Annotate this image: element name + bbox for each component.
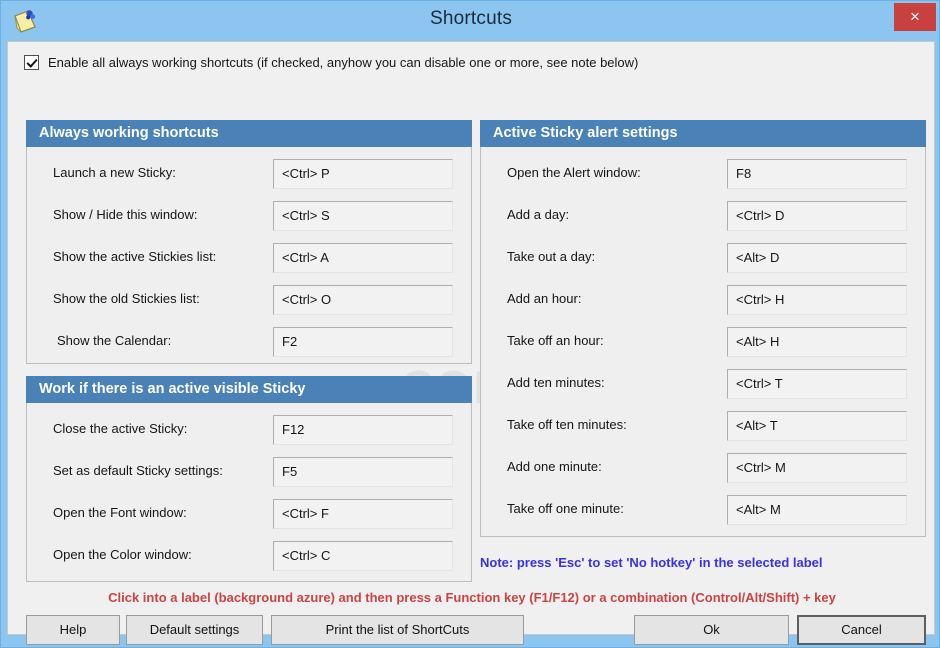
print-shortcuts-button[interactable]: Print the list of ShortCuts [271,615,524,645]
cancel-button[interactable]: Cancel [797,615,926,645]
shortcut-label: Take off an hour: [507,333,604,348]
shortcut-label: Take off one minute: [507,501,624,516]
shortcut-row: Take off an hour: <Alt> H [481,327,925,357]
enable-all-shortcuts-checkbox[interactable] [24,54,39,70]
shortcut-row: Add ten minutes: <Ctrl> T [481,369,925,399]
default-settings-button[interactable]: Default settings [126,615,263,645]
shortcut-label: Add ten minutes: [507,375,605,390]
shortcut-row: Add an hour: <Ctrl> H [481,285,925,315]
ok-button[interactable]: Ok [634,615,789,645]
shortcut-label: Show the Calendar: [57,333,172,348]
panel-active-sticky-alert-settings: Active Sticky alert settings Open the Al… [480,120,926,537]
panel-active-visible-sticky-title: Work if there is an active visible Stick… [26,376,472,403]
shortcut-row: Show the old Stickies list: <Ctrl> O [27,285,471,315]
shortcut-label: Take off ten minutes: [507,417,627,432]
help-button[interactable]: Help [26,615,120,645]
shortcut-value-field[interactable]: <Alt> T [727,411,907,441]
shortcut-value-field[interactable]: <Alt> D [727,243,907,273]
shortcut-value-field[interactable]: <Ctrl> A [273,243,453,273]
shortcut-row: Open the Color window: <Ctrl> C [27,541,471,571]
shortcut-row: Launch a new Sticky: <Ctrl> P [27,159,471,189]
panel-active-sticky-alert-settings-title: Active Sticky alert settings [480,120,926,147]
shortcut-value-field[interactable]: <Ctrl> S [273,201,453,231]
panel-always-working-shortcuts: Always working shortcuts Launch a new St… [26,120,472,364]
shortcut-row: Set as default Sticky settings: F5 [27,457,471,487]
shortcut-value-field[interactable]: F5 [273,457,453,487]
shortcut-value-field[interactable]: <Ctrl> O [273,285,453,315]
shortcut-value-field[interactable]: <Alt> H [727,327,907,357]
shortcut-label: Launch a new Sticky: [53,165,176,180]
shortcut-label: Add one minute: [507,459,602,474]
shortcut-row: Show the active Stickies list: <Ctrl> A [27,243,471,273]
shortcut-label: Close the active Sticky: [53,421,188,436]
shortcut-row: Close the active Sticky: F12 [27,415,471,445]
shortcut-label: Open the Alert window: [507,165,641,180]
shortcut-value-field[interactable]: <Ctrl> D [727,201,907,231]
shortcut-label: Show / Hide this window: [53,207,198,222]
shortcut-value-field[interactable]: <Ctrl> C [273,541,453,571]
shortcut-label: Add a day: [507,207,570,222]
panel-always-working-shortcuts-title: Always working shortcuts [26,120,472,147]
enable-all-shortcuts-label: Enable all always working shortcuts (if … [48,54,639,70]
window-title: Shortcuts [429,8,513,29]
panel-active-visible-sticky: Work if there is an active visible Stick… [26,376,472,582]
close-icon[interactable]: × [894,3,936,31]
note-esc-hotkey: Note: press 'Esc' to set 'No hotkey' in … [480,555,823,570]
shortcut-row: Take off one minute: <Alt> M [481,495,925,525]
shortcut-label: Show the active Stickies list: [53,249,217,264]
shortcut-value-field[interactable]: <Ctrl> T [727,369,907,399]
shortcut-row: Open the Alert window: F8 [481,159,925,189]
shortcut-value-field[interactable]: <Ctrl> P [273,159,453,189]
title-bar: Shortcuts × [1,1,939,41]
shortcut-label: Open the Font window: [53,505,187,520]
shortcut-value-field[interactable]: F12 [273,415,453,445]
shortcut-row: Show the Calendar: F2 [27,327,471,357]
shortcut-value-field[interactable]: <Ctrl> H [727,285,907,315]
shortcut-label: Set as default Sticky settings: [53,463,223,478]
shortcut-row: Open the Font window: <Ctrl> F [27,499,471,529]
shortcut-row: Add one minute: <Ctrl> M [481,453,925,483]
shortcut-row: Take off ten minutes: <Alt> T [481,411,925,441]
shortcuts-window: Shortcuts × SOFTPEDIA Enable all always … [0,0,940,648]
shortcut-value-field[interactable]: <Alt> M [727,495,907,525]
dialog-client-area: SOFTPEDIA Enable all always working shor… [7,41,935,645]
shortcut-row: Add a day: <Ctrl> D [481,201,925,231]
shortcut-value-field[interactable]: F8 [727,159,907,189]
shortcut-label: Open the Color window: [53,547,192,562]
note-click-instruction: Click into a label (background azure) an… [108,590,836,605]
shortcut-label: Show the old Stickies list: [53,291,200,306]
shortcut-label: Take out a day: [507,249,596,264]
enable-all-shortcuts-row[interactable]: Enable all always working shortcuts (if … [24,52,638,72]
shortcut-value-field[interactable]: F2 [273,327,453,357]
shortcut-row: Take out a day: <Alt> D [481,243,925,273]
shortcut-row: Show / Hide this window: <Ctrl> S [27,201,471,231]
shortcut-label: Add an hour: [507,291,582,306]
shortcut-value-field[interactable]: <Ctrl> F [273,499,453,529]
shortcut-value-field[interactable]: <Ctrl> M [727,453,907,483]
